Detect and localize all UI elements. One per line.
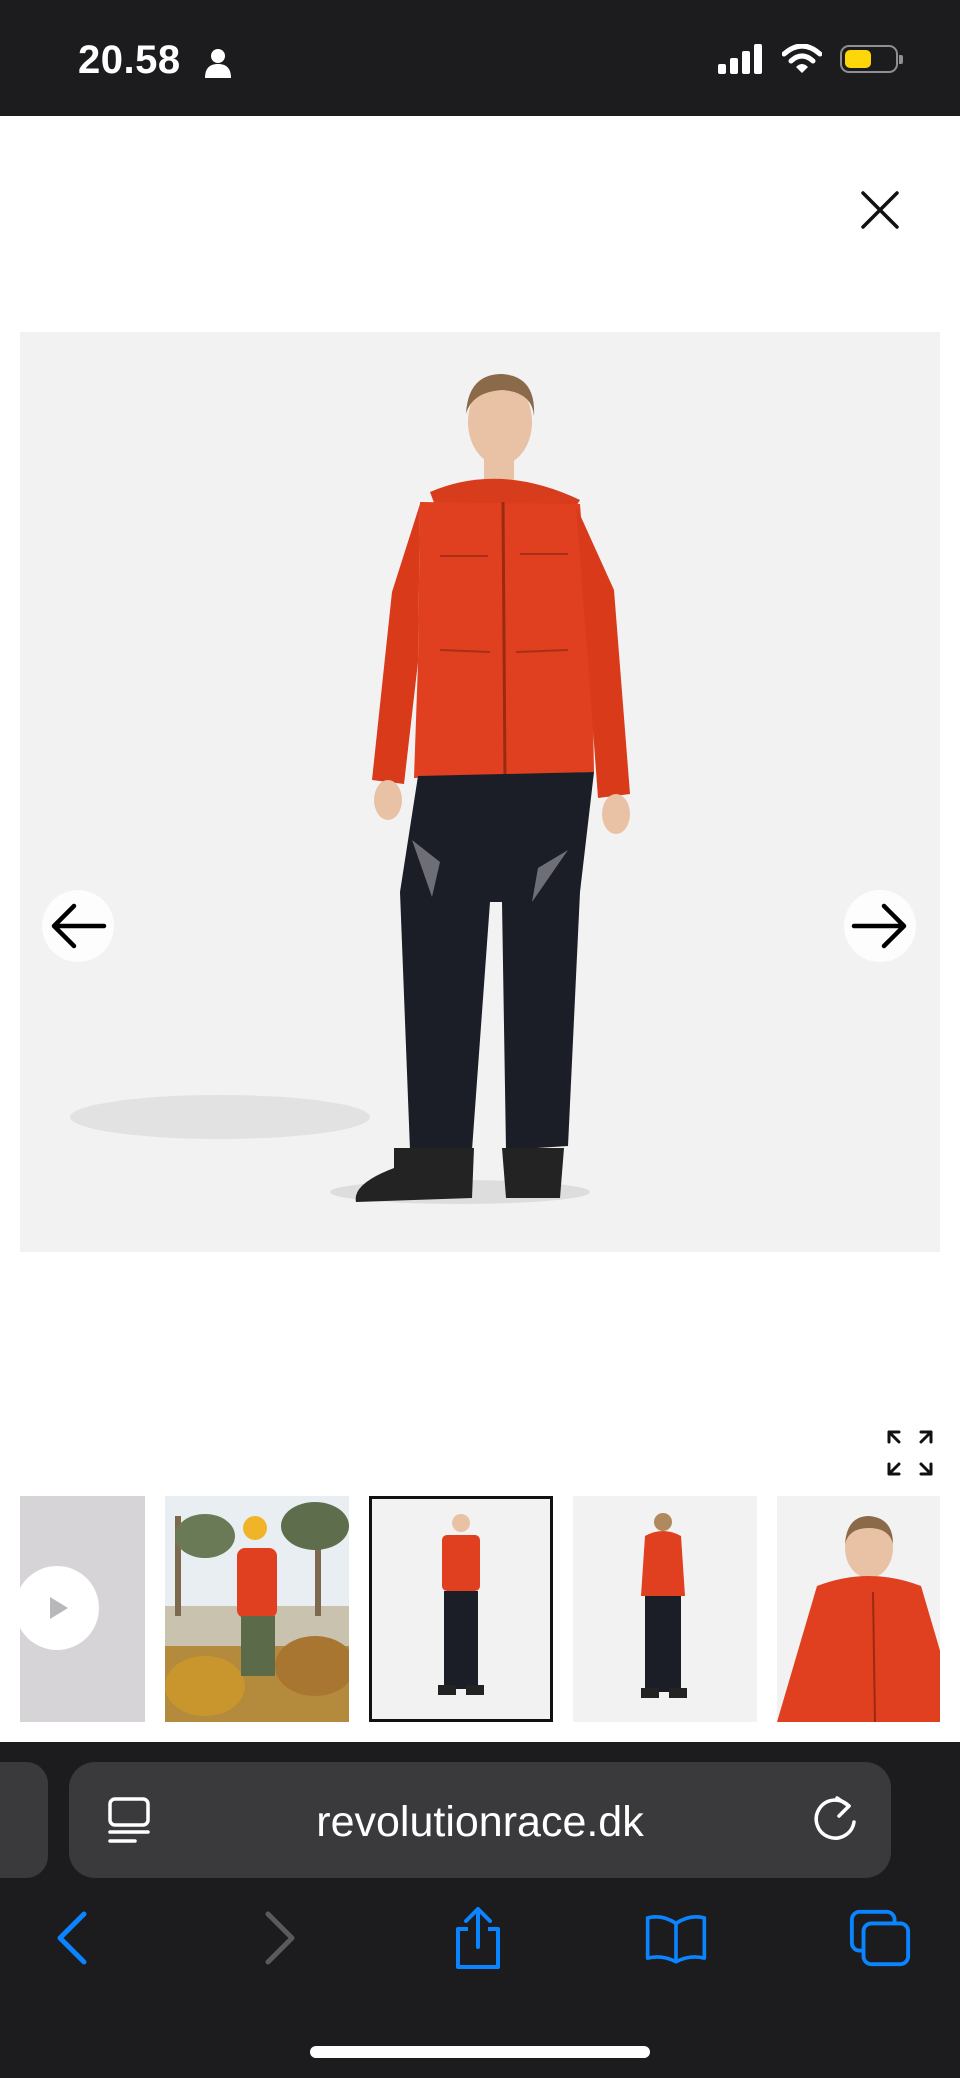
share-button[interactable] (446, 1906, 510, 1970)
arrow-left-icon (51, 903, 107, 949)
tabs-icon (849, 1909, 911, 1967)
home-indicator (310, 2046, 650, 2058)
thumbnail-front[interactable] (369, 1496, 553, 1722)
bookmarks-icon (645, 1915, 707, 1964)
share-icon (456, 1907, 500, 1969)
thumbnail-front-image (372, 1499, 550, 1719)
thumbnail-back[interactable] (573, 1496, 757, 1722)
previous-tab-peek[interactable] (0, 1762, 48, 1878)
status-bar: 20.58 (0, 0, 960, 116)
play-button[interactable] (20, 1566, 99, 1650)
play-icon (50, 1597, 68, 1619)
expand-icon[interactable] (885, 1428, 935, 1478)
bookmarks-button[interactable] (644, 1906, 708, 1970)
person-icon (205, 49, 231, 78)
status-icons (718, 44, 903, 74)
thumbnail-closeup[interactable] (777, 1496, 940, 1722)
tabs-button[interactable] (848, 1906, 912, 1970)
status-time: 20.58 (78, 38, 181, 82)
arrow-right-icon (851, 903, 907, 949)
thumbnail-lifestyle-image (165, 1496, 349, 1722)
back-icon (57, 1911, 87, 1965)
battery-icon (840, 45, 903, 73)
forward-button[interactable] (246, 1906, 310, 1970)
forward-icon (265, 1911, 295, 1965)
signal-icon (718, 44, 762, 74)
url-text: revolutionrace.dk (316, 1798, 644, 1846)
close-icon[interactable] (855, 185, 905, 235)
back-button[interactable] (40, 1906, 104, 1970)
wifi-icon (782, 44, 822, 73)
previous-image-button[interactable] (42, 890, 114, 962)
thumbnail-closeup-image (777, 1496, 940, 1722)
reload-icon[interactable] (809, 1792, 861, 1846)
model-figure (70, 374, 630, 1204)
thumbnail-back-image (573, 1496, 757, 1722)
thumbnail-lifestyle[interactable] (165, 1496, 349, 1722)
next-image-button[interactable] (844, 890, 916, 962)
product-main-image (20, 332, 940, 1252)
thumbnail-video[interactable] (20, 1496, 145, 1722)
thumbnail-strip (20, 1496, 940, 1722)
address-bar[interactable]: revolutionrace.dk (69, 1762, 891, 1878)
